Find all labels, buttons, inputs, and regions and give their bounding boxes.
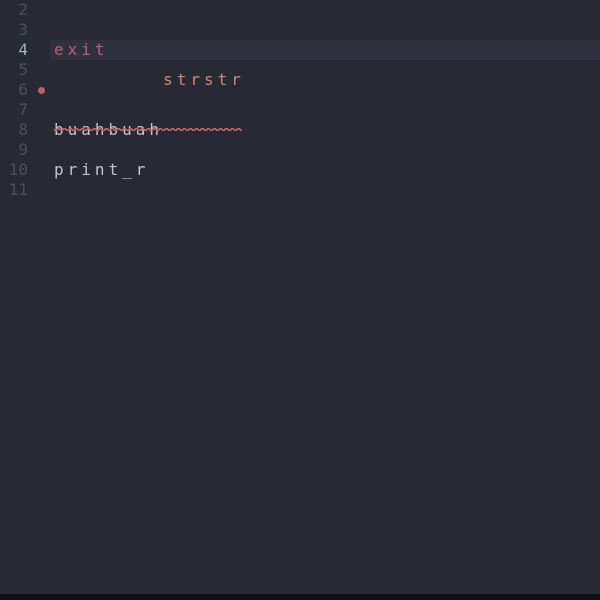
code-editor[interactable]: 2 3 4 exit 5 6 strstr 7 [0, 0, 600, 594]
error-dot-icon [38, 87, 45, 94]
code-line[interactable]: 6 strstr [0, 80, 600, 100]
line-number: 7 [0, 100, 32, 120]
code-line[interactable]: 9 [0, 140, 600, 160]
function-token: print_r [54, 160, 149, 180]
line-number: 11 [0, 180, 32, 200]
line-content[interactable]: print_r [50, 160, 600, 180]
line-number: 3 [0, 20, 32, 40]
line-number: 5 [0, 60, 32, 80]
line-number: 10 [0, 160, 32, 180]
token-text: strstr [163, 70, 245, 89]
line-content[interactable] [50, 20, 600, 40]
line-content[interactable] [50, 180, 600, 200]
code-line[interactable]: 3 [0, 20, 600, 40]
line-number: 8 [0, 120, 32, 140]
function-token: strstr [54, 50, 245, 130]
line-content[interactable]: strstr [50, 80, 600, 100]
line-content[interactable] [50, 0, 600, 20]
error-squiggle-icon [54, 128, 242, 131]
line-number: 9 [0, 140, 32, 160]
line-number: 6 [0, 80, 32, 100]
line-number: 2 [0, 0, 32, 20]
code-line[interactable]: 11 [0, 180, 600, 200]
line-content[interactable] [50, 140, 600, 160]
code-line[interactable]: 10 print_r [0, 160, 600, 180]
gutter-marker[interactable] [32, 87, 50, 94]
code-line[interactable]: 2 [0, 0, 600, 20]
line-number: 4 [0, 40, 32, 60]
bottom-border [0, 594, 600, 600]
